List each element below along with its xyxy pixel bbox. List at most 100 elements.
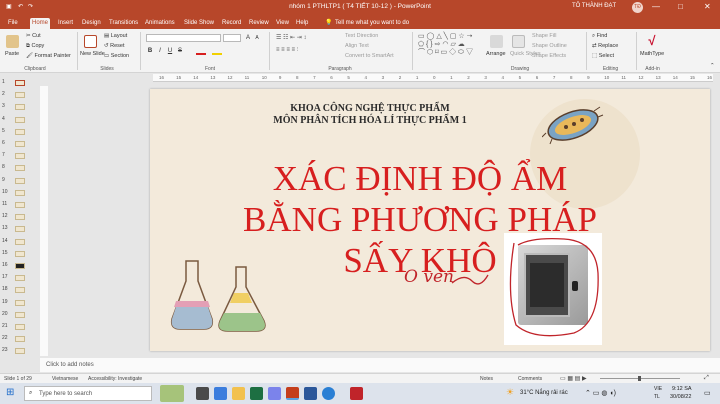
word-icon[interactable] (304, 387, 317, 400)
collapse-ribbon-icon[interactable]: ⌃ (710, 63, 715, 69)
notes-pane[interactable]: Click to add notes (40, 358, 720, 372)
accessibility-status[interactable]: Accessibility: Investigate (88, 376, 142, 382)
slide-thumbnail[interactable] (15, 263, 25, 269)
shape-outline-button[interactable]: Shape Outline (532, 43, 567, 49)
convert-smartart-button[interactable]: Convert to SmartArt (345, 53, 394, 59)
slide-thumbnail[interactable] (15, 153, 25, 160)
comments-toggle[interactable]: Comments (518, 376, 542, 382)
slide-thumbnail[interactable] (15, 104, 25, 111)
tab-file[interactable]: File (6, 18, 20, 29)
tab-slide-show[interactable]: Slide Show (182, 18, 216, 29)
underline-button[interactable]: U (166, 47, 174, 55)
avatar[interactable]: TĐ (632, 2, 643, 13)
text-direction-button[interactable]: Text Direction (345, 33, 378, 39)
new-slide-button[interactable]: New Slide (80, 51, 105, 57)
find-button[interactable]: ⌕ Find (592, 33, 607, 40)
slide-thumbnail[interactable] (15, 299, 25, 306)
slide-thumbnail[interactable] (15, 165, 25, 172)
oven-photo[interactable] (504, 233, 602, 345)
slide-thumbnail[interactable] (15, 128, 25, 135)
file-explorer-icon[interactable] (232, 387, 245, 400)
app-icon[interactable] (350, 387, 363, 400)
slide-thumbnail[interactable] (15, 287, 25, 294)
select-button[interactable]: ⬚ Select (592, 53, 614, 59)
slide-thumbnail[interactable] (15, 226, 25, 233)
slide-thumbnail[interactable] (15, 275, 25, 282)
tab-view[interactable]: View (274, 18, 291, 29)
tab-record[interactable]: Record (220, 18, 243, 29)
slide-thumbnail[interactable] (15, 214, 25, 221)
alignment-buttons[interactable]: ≡ ≡ ≡ ≡ ⫶ (276, 47, 336, 55)
powerpoint-icon[interactable] (286, 387, 299, 400)
tab-review[interactable]: Review (247, 18, 271, 29)
replace-button[interactable]: ⇄ Replace (592, 43, 618, 49)
tab-design[interactable]: Design (80, 18, 103, 29)
quick-styles-icon[interactable] (512, 35, 525, 48)
mathtype-button[interactable]: MathType (640, 51, 664, 57)
maximize-button[interactable]: □ (678, 2, 683, 11)
highlight-button[interactable] (212, 47, 222, 55)
zoom-thumb[interactable] (638, 376, 641, 381)
tab-transitions[interactable]: Transitions (107, 18, 140, 29)
strikethrough-button[interactable]: S (176, 47, 184, 55)
task-view-icon[interactable] (196, 387, 209, 400)
font-name-input[interactable] (146, 34, 221, 42)
slide-canvas[interactable]: KHOA CÔNG NGHỆ THỰC PHẨM MÔN PHÂN TÍCH H… (150, 89, 710, 351)
system-tray-icons[interactable]: ⌃ ▭ ◍ ◖) (585, 389, 616, 397)
slide-thumbnail[interactable] (15, 238, 25, 245)
copy-button[interactable]: ⧉ Copy (26, 43, 44, 50)
italic-button[interactable]: I (156, 47, 164, 55)
align-text-button[interactable]: Align Text (345, 43, 369, 49)
layout-button[interactable]: ▤ Layout (104, 33, 127, 39)
tab-insert[interactable]: Insert (56, 18, 75, 29)
slide-thumbnail[interactable] (15, 202, 25, 208)
mathtype-icon[interactable]: √ (645, 34, 659, 48)
arrange-button[interactable]: Arrange (486, 51, 506, 57)
slide-thumbnail[interactable] (15, 141, 25, 147)
slide-header-course[interactable]: MÔN PHÂN TÍCH HÓA LÍ THỰC PHẨM 1 (150, 115, 590, 126)
taskbar-search[interactable]: ⌕ Type here to search (24, 386, 152, 401)
tab-home[interactable]: Home (30, 18, 51, 29)
shrink-font-button[interactable]: A (253, 34, 261, 42)
slide-header-faculty[interactable]: KHOA CÔNG NGHỆ THỰC PHẨM (150, 103, 590, 114)
slide-thumbnail[interactable] (15, 250, 25, 257)
slide-thumbnail[interactable] (15, 348, 25, 355)
input-language-top[interactable]: VIE (654, 386, 662, 392)
font-color-button[interactable] (196, 47, 206, 55)
weather-widget-image[interactable] (160, 385, 184, 402)
section-button[interactable]: ▭ Section (104, 53, 129, 59)
edge-icon[interactable] (214, 387, 227, 400)
input-language-bottom[interactable]: TL (654, 394, 660, 400)
bold-button[interactable]: B (146, 47, 154, 55)
slide-thumbnail[interactable] (15, 177, 25, 184)
reset-button[interactable]: ↺ Reset (104, 43, 125, 49)
excel-icon[interactable] (250, 387, 263, 400)
align-icons[interactable]: ≡ ≡ ≡ ≡ ⫶ (276, 47, 298, 53)
tab-help[interactable]: Help (294, 18, 310, 29)
teams-icon[interactable] (268, 387, 281, 400)
clock-time[interactable]: 9:12 SA (672, 386, 692, 392)
slide-thumbnail[interactable] (15, 336, 25, 343)
cut-button[interactable]: ✂ Cut (26, 33, 41, 39)
slide-thumbnail[interactable] (15, 92, 25, 99)
clock-date[interactable]: 30/08/22 (670, 394, 691, 400)
paste-icon[interactable] (6, 35, 19, 48)
windows-start-icon[interactable]: ⊞ (6, 387, 14, 398)
font-size-input[interactable] (223, 34, 241, 42)
tell-me-search[interactable]: Tell me what you want to do (333, 18, 411, 29)
bullets-icon[interactable]: ☰ ☷ ⇤ ⇥ ↕ (276, 35, 306, 41)
arrange-icon[interactable] (490, 35, 503, 48)
shape-effects-button[interactable]: Shape Effects (532, 53, 566, 59)
shapes-gallery[interactable]: ▭ ◯ △ ╲ ▢ ☆ ➝ ⬠ { } ⇨ ◠ ▱ ☁ ⌒ ⬡ ⌑ ▭ ◇ ⬭ ▽ (418, 33, 482, 59)
user-name[interactable]: TÔ THÀNH ĐẠT (572, 3, 616, 9)
fit-to-window-icon[interactable]: ⤢ (704, 375, 709, 382)
new-slide-icon[interactable] (84, 35, 97, 48)
tab-animations[interactable]: Animations (143, 18, 177, 29)
format-painter-button[interactable]: 🖌 Format Painter (26, 53, 71, 59)
language-status[interactable]: Vietnamese (52, 376, 78, 382)
shape-fill-button[interactable]: Shape Fill (532, 33, 556, 39)
view-buttons[interactable]: ▭ ▦ ▤ ▶ (560, 375, 587, 382)
slide-thumbnail[interactable] (15, 324, 25, 330)
slide-thumbnail[interactable] (15, 189, 25, 196)
slide-thumbnail[interactable] (15, 80, 25, 86)
